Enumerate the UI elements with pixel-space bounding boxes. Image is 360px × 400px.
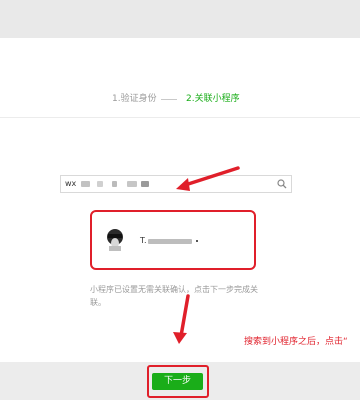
step-divider [161, 99, 177, 100]
miniprogram-search-input[interactable]: wx [60, 175, 292, 193]
name-dot [196, 240, 198, 242]
link-status-note: 小程序已设置无需关联确认，点击下一步完成关联。 [90, 285, 258, 307]
redacted-text [112, 181, 117, 187]
step-indicator: 1.验证身份 2.关联小程序 [0, 92, 360, 106]
next-button[interactable]: 下一步 [152, 373, 203, 390]
miniprogram-avatar [107, 229, 123, 251]
redacted-text [127, 181, 137, 187]
annotation-text: 搜索到小程序之后，点击“ [244, 337, 348, 347]
search-result-card[interactable]: T. [90, 210, 256, 270]
redacted-text [97, 181, 103, 187]
arrowhead-next [173, 332, 187, 344]
step-verify-identity: 1.验证身份 [112, 94, 157, 104]
search-input-value: wx [65, 179, 77, 188]
top-header-bar [0, 0, 360, 38]
redacted-text [141, 181, 149, 187]
search-icon[interactable] [277, 179, 287, 189]
section-divider [0, 117, 360, 118]
step-link-miniprogram: 2.关联小程序 [186, 94, 240, 104]
redacted-text [81, 181, 90, 187]
miniprogram-name: T. [140, 236, 147, 245]
redacted-name [148, 239, 192, 244]
